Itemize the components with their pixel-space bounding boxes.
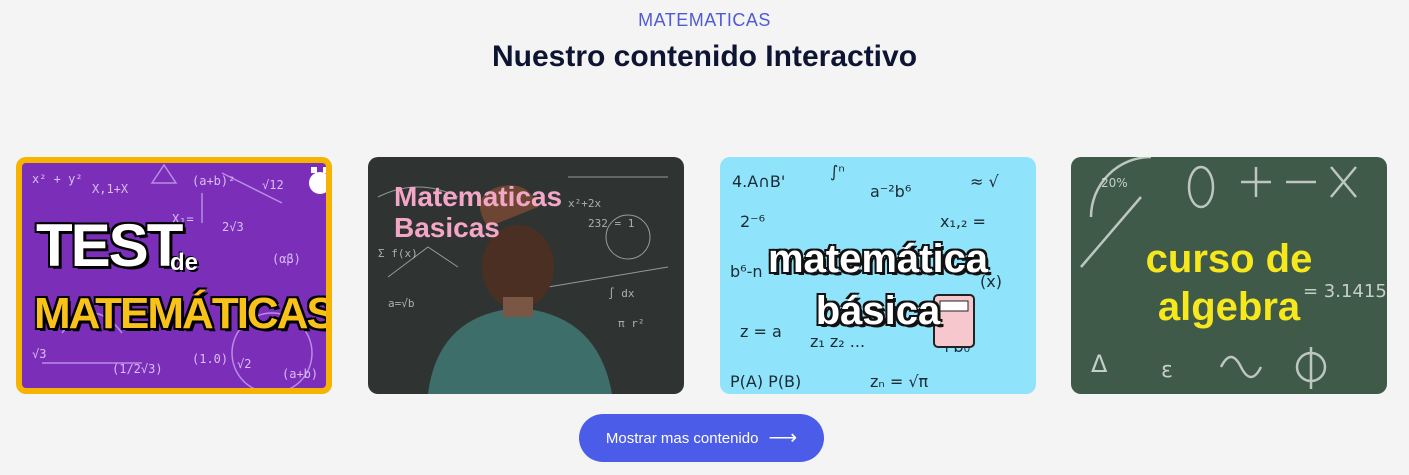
card-title-line2: algebra: [1157, 285, 1301, 329]
card-thumbnail: x² + y² X,1+X (a+b)² √12 2√3 X₁= (αβ) √3 (1.…: [22, 163, 326, 388]
svg-text:a=√b: a=√b: [388, 297, 415, 310]
show-more-label: Mostrar mas contenido: [605, 429, 759, 447]
card-title-line2: Basicas: [394, 212, 500, 243]
svg-text:2√3: 2√3: [222, 220, 244, 234]
svg-text:∫ⁿ: ∫ⁿ: [830, 162, 845, 181]
svg-text:√12: √12: [262, 178, 284, 192]
arrow-right-icon: ⟶: [768, 427, 798, 449]
svg-text:≈ √: ≈ √: [970, 172, 999, 191]
card-title-block: curso de algebra: [1071, 235, 1387, 331]
svg-text:∫ dx: ∫ dx: [608, 287, 635, 300]
svg-text:232 = 1: 232 = 1: [588, 217, 634, 230]
svg-text:(1/2√3): (1/2√3): [112, 362, 163, 376]
card-title-line1: matemática: [767, 237, 989, 281]
content-card-matematicas-basicas[interactable]: x²+2x 232 = 1 Σ f(x) ∫ dx a=√b π r² Matemat…: [368, 157, 684, 394]
card-title-test: TEST: [36, 212, 183, 279]
section-eyebrow: MATEMATICAS: [638, 10, 771, 30]
svg-text:π r²: π r²: [618, 317, 645, 330]
show-more-content-button[interactable]: Mostrar mas contenido ⟶: [579, 414, 824, 462]
svg-text:zₙ = √π: zₙ = √π: [870, 372, 929, 391]
svg-text:X,1+X: X,1+X: [92, 182, 129, 196]
svg-text:x²+2x: x²+2x: [568, 197, 601, 210]
svg-text:P(A) P(B): P(A) P(B): [730, 372, 801, 391]
svg-text:20%: 20%: [1101, 176, 1128, 190]
card-title-block: matemática básica: [720, 233, 1036, 337]
card-title-de: de: [170, 249, 199, 276]
svg-text:√2: √2: [237, 357, 251, 371]
svg-text:√3: √3: [32, 347, 46, 361]
card-title-line2: básica: [815, 289, 941, 333]
section-title: Nuestro contenido Interactivo: [491, 40, 918, 73]
content-card-curso-algebra[interactable]: 20% = 3.1415 Δ ε curso de algebra: [1071, 157, 1387, 394]
svg-text:(a+b): (a+b): [282, 367, 318, 381]
card-title-block: Matematicas Basicas: [394, 181, 562, 243]
svg-text:(1.0): (1.0): [192, 352, 228, 366]
svg-text:Δ: Δ: [1091, 350, 1108, 378]
card-title-line1: curso de: [1145, 237, 1313, 281]
svg-text:ε: ε: [1161, 358, 1173, 383]
svg-text:(αβ): (αβ): [272, 252, 301, 266]
content-card-matematica-basica[interactable]: 4.A∩B' ∫ⁿ a⁻²b⁶ ≈ √ 2⁻⁶ x₁,₂ = b⁶-n (x) z = …: [720, 157, 1036, 394]
svg-text:x² + y²: x² + y²: [32, 172, 83, 186]
svg-text:x₁,₂ =: x₁,₂ =: [940, 212, 986, 231]
svg-text:(a+b)²: (a+b)²: [192, 174, 235, 188]
svg-text:4.A∩B': 4.A∩B': [732, 172, 785, 191]
content-card-test-matematicas[interactable]: x² + y² X,1+X (a+b)² √12 2√3 X₁= (αβ) √3 (1.…: [16, 157, 332, 394]
svg-text:2⁻⁶: 2⁻⁶: [740, 212, 765, 231]
card-title-matematicas: MATEMÁTICAS: [34, 289, 326, 338]
card-title-line1: Matematicas: [394, 181, 563, 212]
svg-text:Σ f(x): Σ f(x): [378, 247, 418, 260]
svg-text:a⁻²b⁶: a⁻²b⁶: [870, 182, 911, 201]
